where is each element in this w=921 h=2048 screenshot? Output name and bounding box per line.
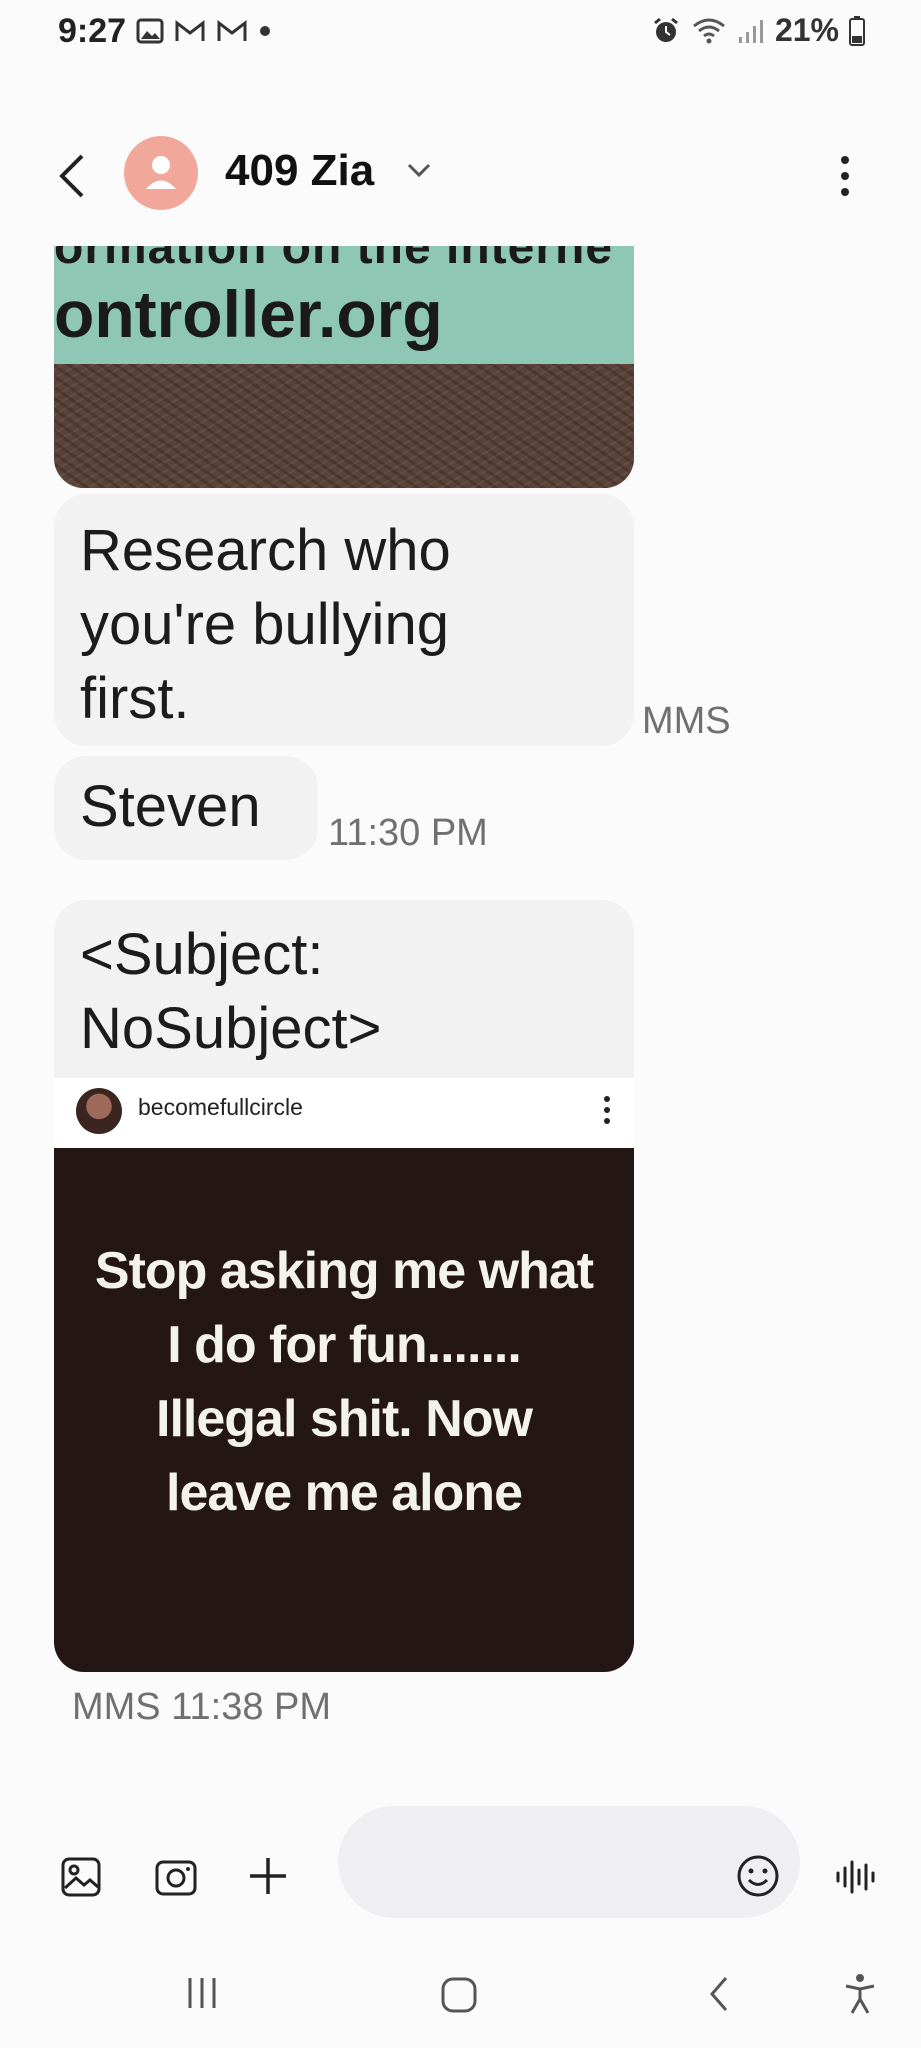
image-main-text: ontroller.org bbox=[54, 277, 443, 351]
subject-line: NoSubject> bbox=[80, 996, 382, 1061]
plus-icon[interactable] bbox=[246, 1854, 290, 1898]
caption-line: leave me alone bbox=[166, 1464, 523, 1522]
post-avatar bbox=[76, 1088, 122, 1134]
caption-line: Illegal shit. Now bbox=[156, 1390, 533, 1448]
message-bubble[interactable]: Steven bbox=[54, 756, 318, 860]
caption-line: Stop asking me what bbox=[94, 1242, 594, 1300]
post-more-icon bbox=[602, 1092, 612, 1128]
status-right: 21% bbox=[651, 12, 865, 49]
message-line: first. bbox=[80, 666, 190, 731]
message-meta: MMS 11:38 PM bbox=[72, 1686, 332, 1728]
emoji-icon[interactable] bbox=[736, 1854, 780, 1898]
voice-icon[interactable] bbox=[834, 1856, 878, 1898]
signal-icon bbox=[737, 17, 765, 45]
notification-icons bbox=[136, 18, 272, 44]
message-image-attachment[interactable]: ormation on the interne ontroller.org bbox=[54, 246, 634, 488]
status-time: 9:27 bbox=[58, 12, 127, 50]
alarm-icon bbox=[651, 16, 681, 46]
contact-avatar[interactable] bbox=[124, 136, 198, 210]
message-timestamp: 11:30 PM bbox=[328, 812, 488, 854]
post-image: Stop asking me what I do for fun....... … bbox=[54, 1148, 634, 1672]
message-line: you're bullying bbox=[80, 592, 449, 657]
gmail-icon bbox=[174, 19, 206, 43]
chevron-down-icon[interactable] bbox=[406, 162, 432, 178]
caption-line: I do for fun....... bbox=[167, 1316, 522, 1374]
gallery-icon[interactable] bbox=[60, 1856, 102, 1898]
message-type-label: MMS bbox=[642, 700, 731, 742]
image-partial-text: ormation on the interne bbox=[54, 246, 614, 274]
message-line: Research who bbox=[80, 518, 451, 583]
contact-name[interactable]: 409 Zia bbox=[225, 146, 374, 196]
camera-icon[interactable] bbox=[154, 1856, 198, 1898]
battery-icon bbox=[849, 15, 865, 46]
accessibility-icon[interactable] bbox=[842, 1972, 878, 2016]
image-texture bbox=[54, 364, 634, 488]
image-notification-icon bbox=[136, 18, 164, 44]
instagram-post-attachment[interactable]: becomefullcircle Stop asking me what I d… bbox=[54, 1078, 634, 1672]
post-caption: Stop asking me what I do for fun....... … bbox=[54, 1234, 634, 1530]
wifi-icon bbox=[691, 16, 727, 46]
battery-percent: 21% bbox=[774, 12, 839, 48]
home-icon[interactable] bbox=[440, 1976, 478, 2014]
message-bubble[interactable]: Research who you're bullying first. bbox=[54, 494, 634, 746]
post-username: becomefullcircle bbox=[138, 1094, 303, 1120]
message-input[interactable] bbox=[338, 1806, 800, 1918]
back-button[interactable] bbox=[52, 148, 92, 204]
subject-line: <Subject: bbox=[80, 922, 324, 987]
message-text: Steven bbox=[80, 774, 261, 839]
more-options-button[interactable] bbox=[830, 152, 860, 200]
image-text-band: ormation on the interne ontroller.org bbox=[54, 246, 634, 364]
subject-bubble[interactable]: <Subject: NoSubject> bbox=[54, 900, 634, 1078]
gmail-icon bbox=[216, 19, 248, 43]
post-header: becomefullcircle bbox=[54, 1078, 634, 1148]
recent-apps-icon[interactable] bbox=[184, 1976, 220, 2010]
back-icon[interactable] bbox=[706, 1974, 732, 2014]
dot-icon bbox=[258, 24, 272, 38]
